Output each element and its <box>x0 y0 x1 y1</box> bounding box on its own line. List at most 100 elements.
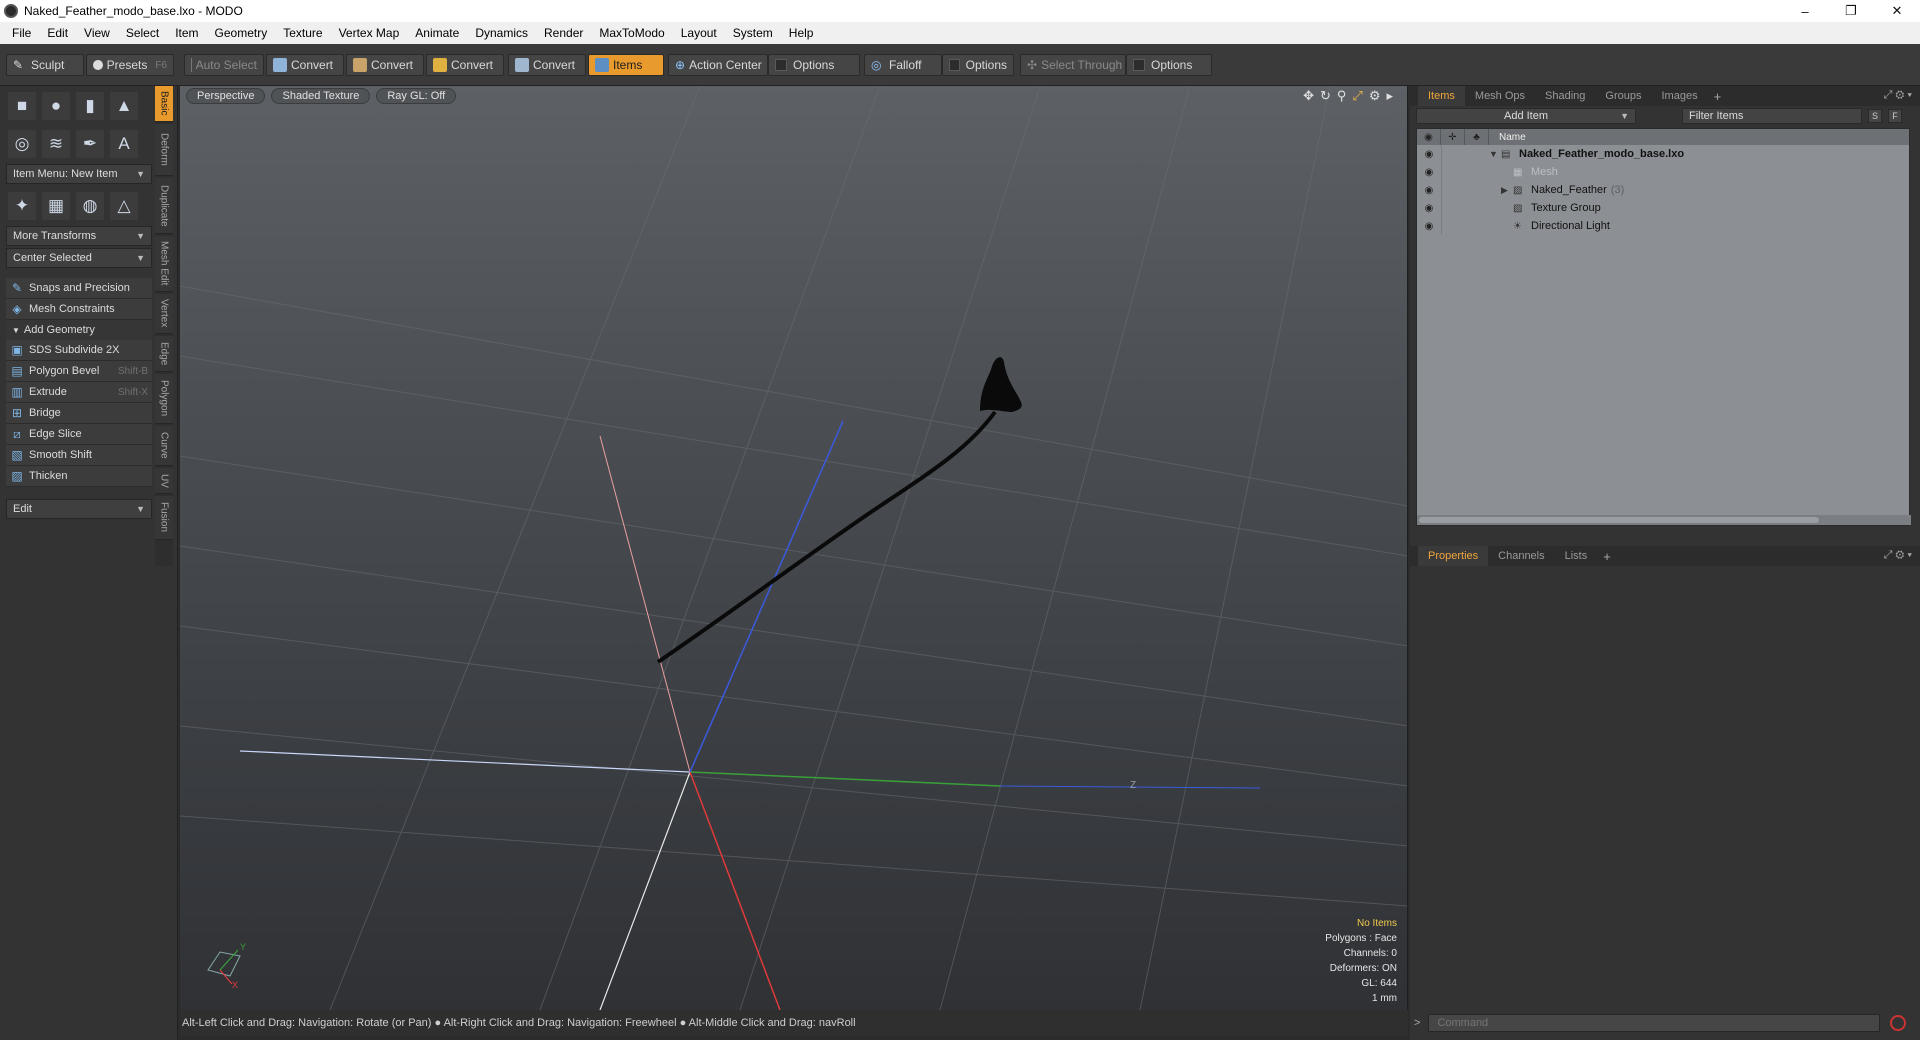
convert-edge-button[interactable]: Convert <box>346 54 424 76</box>
scrollbar-thumb[interactable] <box>1419 517 1819 523</box>
3d-viewport[interactable]: Z Perspective Shaded Texture Ray GL: Off… <box>180 86 1408 1010</box>
vtab-edge[interactable]: Edge <box>155 336 173 372</box>
menu-render[interactable]: Render <box>536 22 591 44</box>
play-arrow-icon[interactable]: ▸ <box>1386 88 1393 104</box>
edge-slice-button[interactable]: ⧄ Edge Slice <box>6 424 152 445</box>
viewport-scene[interactable]: Z <box>180 86 1408 1010</box>
close-button[interactable]: ✕ <box>1874 0 1920 22</box>
vtab-uv[interactable]: UV <box>155 468 173 494</box>
shading-mode-button[interactable]: Shaded Texture <box>271 88 371 104</box>
convert-polygon-button[interactable]: Convert <box>426 54 504 76</box>
more-transforms-dropdown[interactable]: More Transforms ▼ <box>6 226 152 246</box>
options-button-2[interactable]: Options <box>942 54 1014 76</box>
grid-icon[interactable]: ▦ <box>42 192 70 220</box>
feather-shaft[interactable] <box>656 410 997 664</box>
feather-tip[interactable] <box>980 357 1022 412</box>
vtab-curve[interactable]: Curve <box>155 426 173 466</box>
thicken-button[interactable]: ▨ Thicken <box>6 466 152 487</box>
render-column-icon[interactable]: ♣ <box>1465 129 1489 145</box>
items-tree[interactable]: ◉ ✛ ♣ Name ◉ ▼ ▤ Naked_Feather_modo_base… <box>1416 128 1911 526</box>
eye-icon[interactable]: ◉ <box>1417 185 1441 196</box>
menu-system[interactable]: System <box>725 22 781 44</box>
tab-groups[interactable]: Groups <box>1595 86 1651 106</box>
eye-icon[interactable]: ◉ <box>1417 167 1441 178</box>
tab-mesh-ops[interactable]: Mesh Ops <box>1465 86 1535 106</box>
tab-items[interactable]: Items <box>1418 86 1465 106</box>
fit-icon[interactable]: ⤢ <box>1352 88 1362 104</box>
name-column-header[interactable]: Name <box>1489 132 1526 143</box>
gear-icon[interactable]: ⚙ <box>1369 88 1381 104</box>
filter-f-button[interactable]: F <box>1888 109 1902 123</box>
options-button-3[interactable]: Options <box>1126 54 1212 76</box>
collapsed-triangle-icon[interactable]: ▶ <box>1501 185 1513 196</box>
panel-options-icon[interactable]: ⤢ ⚙ ▾ <box>1884 549 1912 562</box>
torus-icon[interactable]: ◎ <box>8 130 36 158</box>
menu-layout[interactable]: Layout <box>673 22 725 44</box>
tree-row-scene[interactable]: ◉ ▼ ▤ Naked_Feather_modo_base.lxo <box>1417 145 1909 163</box>
menu-texture[interactable]: Texture <box>275 22 330 44</box>
options-checkbox-1[interactable] <box>775 59 787 71</box>
capsule-icon[interactable]: ≋ <box>42 130 70 158</box>
record-icon[interactable] <box>1890 1015 1907 1031</box>
filter-items-input[interactable]: Filter Items <box>1682 108 1862 124</box>
tab-lists[interactable]: Lists <box>1555 546 1598 566</box>
tab-shading[interactable]: Shading <box>1535 86 1595 106</box>
minimize-button[interactable]: – <box>1782 0 1828 22</box>
auto-select-button[interactable]: Auto Select <box>184 54 264 76</box>
tab-images[interactable]: Images <box>1652 86 1708 106</box>
vtab-mesh-edit[interactable]: Mesh Edit <box>155 236 173 292</box>
vtab-basic[interactable]: Basic <box>155 86 173 122</box>
vtab-deform[interactable]: Deform <box>155 124 173 176</box>
tree-row-mesh[interactable]: ◉ ▦ Mesh <box>1417 163 1909 181</box>
sphere-icon[interactable]: ● <box>42 92 70 120</box>
add-tab-icon[interactable]: + <box>1708 89 1728 104</box>
options-button-1[interactable]: Options <box>768 54 860 76</box>
vtab-duplicate[interactable]: Duplicate <box>155 178 173 234</box>
convert-vertex-button[interactable]: Convert <box>266 54 344 76</box>
cylinder-icon[interactable]: ▮ <box>76 92 104 120</box>
mesh-constraints-button[interactable]: ◈ Mesh Constraints <box>6 299 152 320</box>
item-menu-dropdown[interactable]: Item Menu: New Item ▼ <box>6 164 152 184</box>
menu-geometry[interactable]: Geometry <box>207 22 276 44</box>
items-mode-button[interactable]: Items <box>588 54 664 76</box>
vtab-fusion[interactable]: Fusion <box>155 496 173 540</box>
pan-icon[interactable]: ✥ <box>1303 88 1314 104</box>
tree-row-texture-group[interactable]: ◉ ▨ Texture Group <box>1417 199 1909 217</box>
smooth-shift-button[interactable]: ▧ Smooth Shift <box>6 445 152 466</box>
presets-button[interactable]: Presets F6 <box>86 54 174 76</box>
menu-select[interactable]: Select <box>118 22 167 44</box>
sds-subdivide-button[interactable]: ▣ SDS Subdivide 2X <box>6 340 152 361</box>
menu-edit[interactable]: Edit <box>39 22 76 44</box>
add-item-dropdown[interactable]: Add Item ▼ <box>1416 108 1636 124</box>
cube-icon[interactable]: ■ <box>8 92 36 120</box>
raygl-button[interactable]: Ray GL: Off <box>376 88 457 104</box>
falloff-button[interactable]: ◎ Falloff <box>864 54 942 76</box>
cone-icon[interactable]: ▲ <box>110 92 138 120</box>
zoom-icon[interactable]: ⚲ <box>1337 88 1347 104</box>
options-checkbox-2[interactable] <box>949 59 960 71</box>
menu-dynamics[interactable]: Dynamics <box>467 22 536 44</box>
rotate-icon[interactable]: ↻ <box>1320 88 1331 104</box>
menu-view[interactable]: View <box>76 22 118 44</box>
bridge-button[interactable]: ⊞ Bridge <box>6 403 152 424</box>
locator-icon[interactable]: ✦ <box>8 192 36 220</box>
convert-material-button[interactable]: Convert <box>508 54 586 76</box>
expand-triangle-icon[interactable]: ▼ <box>1489 149 1501 159</box>
select-through-button[interactable]: ✣ Select Through <box>1020 54 1126 76</box>
options-checkbox-3[interactable] <box>1133 59 1145 71</box>
items-horizontal-scrollbar[interactable] <box>1417 515 1911 525</box>
center-selected-dropdown[interactable]: Center Selected ▼ <box>6 248 152 268</box>
visibility-column-icon[interactable]: ◉ <box>1417 129 1441 145</box>
pen-icon[interactable]: ✒ <box>76 130 104 158</box>
eye-icon[interactable]: ◉ <box>1417 149 1441 160</box>
add-geometry-header[interactable]: ▼ Add Geometry <box>6 320 152 340</box>
add-tab-icon[interactable]: + <box>1597 549 1617 564</box>
extrude-button[interactable]: ▥ Extrude Shift-X <box>6 382 152 403</box>
perspective-view-button[interactable]: Perspective <box>186 88 266 104</box>
tree-row-light[interactable]: ◉ ☀ Directional Light <box>1417 217 1909 235</box>
polygon-bevel-button[interactable]: ▤ Polygon Bevel Shift-B <box>6 361 152 382</box>
text-icon[interactable]: A <box>110 130 138 158</box>
menu-vertex-map[interactable]: Vertex Map <box>331 22 408 44</box>
filter-s-button[interactable]: S <box>1868 109 1882 123</box>
menu-help[interactable]: Help <box>781 22 822 44</box>
